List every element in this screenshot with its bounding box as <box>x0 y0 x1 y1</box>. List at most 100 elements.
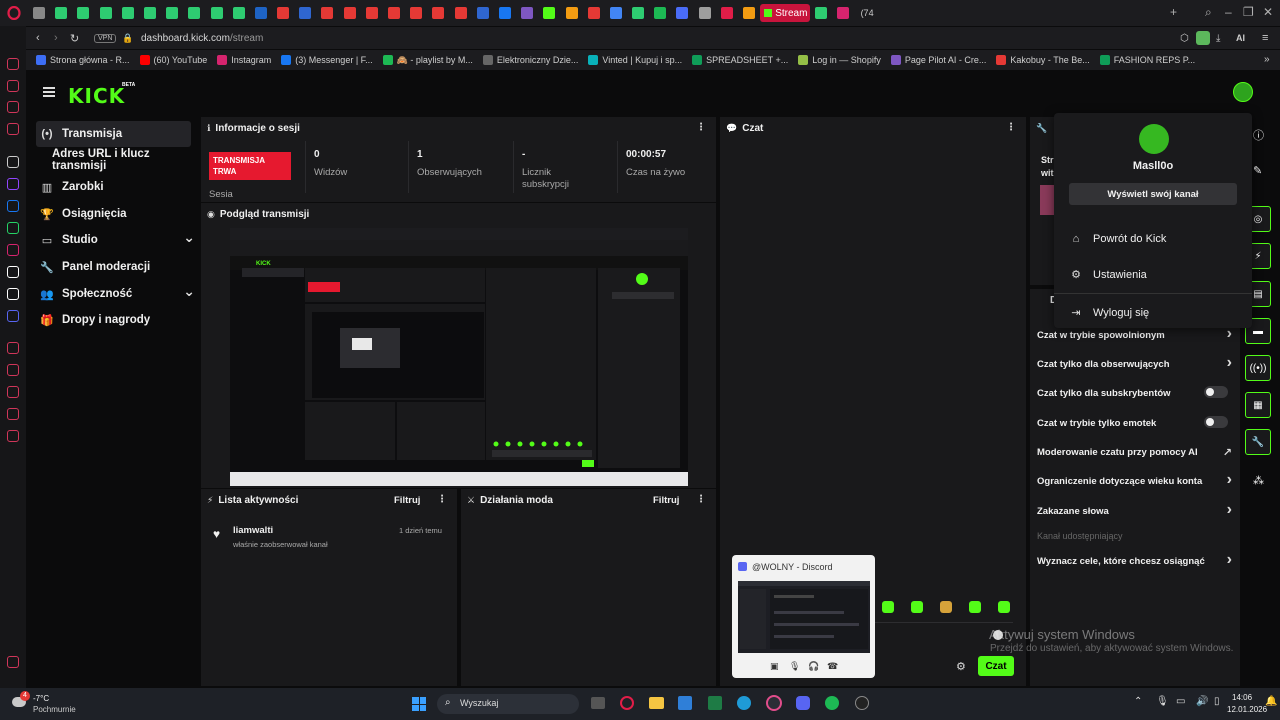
sidebar-app-icon[interactable] <box>7 310 19 322</box>
bookmark-item[interactable]: FASHION REPS P... <box>1099 55 1195 65</box>
chevron-right-icon[interactable]: › <box>1227 354 1232 372</box>
chat-setting-row[interactable]: Czat tylko dla obserwujących › <box>1037 354 1232 371</box>
sidebar-app-icon[interactable] <box>7 244 19 256</box>
reload-icon[interactable]: ↻ <box>70 32 79 45</box>
opera-logo-icon[interactable] <box>0 6 28 20</box>
menu-item-back-to-kick[interactable]: ⌂ Powrót do Kick <box>1069 233 1167 245</box>
bookmark-item[interactable]: (60) YouTube <box>139 55 207 65</box>
browser-tab[interactable] <box>810 4 832 22</box>
browser-menu-icon[interactable]: ≡ <box>1262 32 1268 44</box>
sidebar-item-adres-url-i-klucz-transmisji[interactable]: Adres URL i klucz transmisji <box>36 147 191 173</box>
bookmark-item[interactable]: Page Pilot AI - Cre... <box>890 55 986 65</box>
chat-settings-icon[interactable]: ⚙ <box>956 660 966 673</box>
browser-tab[interactable] <box>272 4 294 22</box>
app-icon[interactable] <box>855 696 869 710</box>
sidebar-app-icon[interactable] <box>7 342 19 354</box>
chat-setting-row[interactable]: Zakazane słowa › <box>1037 501 1232 518</box>
chat-setting-row[interactable]: Czat w trybie tylko emotek <box>1037 416 1232 429</box>
chevron-right-icon[interactable]: › <box>1227 551 1232 569</box>
chat-setting-row[interactable]: Ograniczenie dotyczące wieku konta › <box>1037 471 1232 488</box>
browser-tab[interactable] <box>228 4 250 22</box>
filter-button[interactable]: Filtruj <box>653 495 679 506</box>
opera-taskbar-icon[interactable] <box>620 696 634 710</box>
browser-tab[interactable] <box>450 4 472 22</box>
tab-counter[interactable]: (74 <box>861 8 874 18</box>
browser-tab[interactable] <box>494 4 516 22</box>
chat-setting-row[interactable]: Wyznacz cele, które chcesz osiągnąć › <box>1037 551 1232 568</box>
browser-tab[interactable] <box>516 4 538 22</box>
sidebar-item-spo-eczno-[interactable]: 👥 Społeczność ⌄ <box>36 281 195 307</box>
browser-tab[interactable] <box>649 4 671 22</box>
sidebar-app-icon[interactable] <box>7 266 19 278</box>
browser-tab[interactable] <box>738 4 760 22</box>
view-channel-button[interactable]: Wyświetl swój kanał <box>1069 183 1237 205</box>
broadcast-button[interactable]: ((•)) <box>1245 355 1271 381</box>
browser-tab[interactable] <box>206 4 228 22</box>
bookmark-item[interactable]: Kakobuy - The Be... <box>996 55 1090 65</box>
browser-tab[interactable] <box>161 4 183 22</box>
chat-setting-row[interactable]: Moderowanie czatu przy pomocy AI ↗ <box>1037 447 1232 459</box>
browser-tab[interactable] <box>361 4 383 22</box>
sidebar-item-zarobki[interactable]: ▥ Zarobki <box>36 174 191 200</box>
edit-icon[interactable]: ✎ <box>1253 164 1262 177</box>
hamburger-menu-icon[interactable] <box>43 87 55 97</box>
vpn-badge[interactable]: VPN <box>94 33 117 43</box>
forward-icon[interactable]: › <box>54 32 58 44</box>
clock-time[interactable]: 14:06 <box>1232 693 1252 702</box>
browser-tab[interactable] <box>250 4 272 22</box>
sidebar-app-icon[interactable] <box>7 364 19 376</box>
layout-button[interactable]: ▦ <box>1245 392 1271 418</box>
chevron-down-icon[interactable]: ⌄ <box>183 283 195 300</box>
avatar[interactable] <box>1233 82 1253 102</box>
browser-tab[interactable] <box>405 4 427 22</box>
sidebar-item-dropy-i-nagrody[interactable]: 🎁 Dropy i nagrody <box>36 307 191 333</box>
clock-date[interactable]: 12.01.2026 <box>1227 705 1267 714</box>
sidebar-item-transmisja[interactable]: (•) Transmisja <box>36 121 191 147</box>
network-icon[interactable]: ▭ <box>1176 696 1185 707</box>
stream-preview-video[interactable]: KICK <box>230 228 688 486</box>
discord-taskbar-preview[interactable]: @WOLNY - Discord ▣ 🎙 🎧 ☎ <box>732 555 875 678</box>
bookmarks-overflow-icon[interactable]: » <box>1264 54 1270 65</box>
url-field[interactable]: dashboard.kick.com/stream <box>141 33 263 44</box>
browser-tab[interactable] <box>832 4 854 22</box>
browser-tab[interactable] <box>538 4 560 22</box>
sidebar-app-icon[interactable] <box>7 430 19 442</box>
bookmark-item[interactable]: SPREADSHEET +... <box>692 55 788 65</box>
sidebar-app-icon[interactable] <box>7 408 19 420</box>
headphones-icon[interactable]: 🎧 <box>808 661 819 672</box>
bookmark-item[interactable]: Instagram <box>217 55 271 65</box>
store-icon[interactable] <box>678 696 692 710</box>
notifications-icon[interactable]: 🔔 <box>1265 696 1277 707</box>
back-icon[interactable]: ‹ <box>36 32 40 44</box>
browser-tab[interactable] <box>671 4 693 22</box>
kebab-menu-icon[interactable]: ⋮ <box>696 494 706 505</box>
browser-tab[interactable] <box>294 4 316 22</box>
sidebar-app-icon[interactable] <box>7 178 19 190</box>
sidebar-app-icon[interactable] <box>7 200 19 212</box>
chat-setting-row[interactable]: Czat tylko dla subskrybentów <box>1037 386 1232 399</box>
emote-icon[interactable] <box>998 601 1010 613</box>
sidebar-item-panel-moderacji[interactable]: 🔧 Panel moderacji <box>36 254 191 280</box>
browser-tab[interactable] <box>117 4 139 22</box>
browser-tab[interactable] <box>561 4 583 22</box>
send-chat-button[interactable]: Czat <box>978 656 1014 676</box>
bookmark-item[interactable]: (3) Messenger | F... <box>281 55 373 65</box>
menu-item-settings[interactable]: ⚙ Ustawienia <box>1069 268 1147 282</box>
sidebar-app-icon[interactable] <box>7 80 19 92</box>
minimize-icon[interactable]: – <box>1225 5 1232 19</box>
kebab-menu-icon[interactable]: ⋮ <box>1006 122 1016 133</box>
folder-icon[interactable] <box>649 697 664 709</box>
browser-tab[interactable] <box>716 4 738 22</box>
activity-user[interactable]: liamwalti <box>233 525 273 536</box>
sidebar-app-icon[interactable] <box>7 123 19 135</box>
browser-tab[interactable] <box>50 4 72 22</box>
battery-icon[interactable]: ▯ <box>1214 696 1220 707</box>
browser-tab[interactable] <box>605 4 627 22</box>
extension-badge[interactable] <box>1196 31 1210 45</box>
spotify-icon[interactable] <box>825 696 839 710</box>
filter-button[interactable]: Filtruj <box>394 495 420 506</box>
browser-tab[interactable] <box>339 4 361 22</box>
toggle-switch[interactable] <box>1204 386 1228 398</box>
opera-gx-icon[interactable] <box>766 695 782 711</box>
kick-logo[interactable]: KICK <box>68 84 125 108</box>
